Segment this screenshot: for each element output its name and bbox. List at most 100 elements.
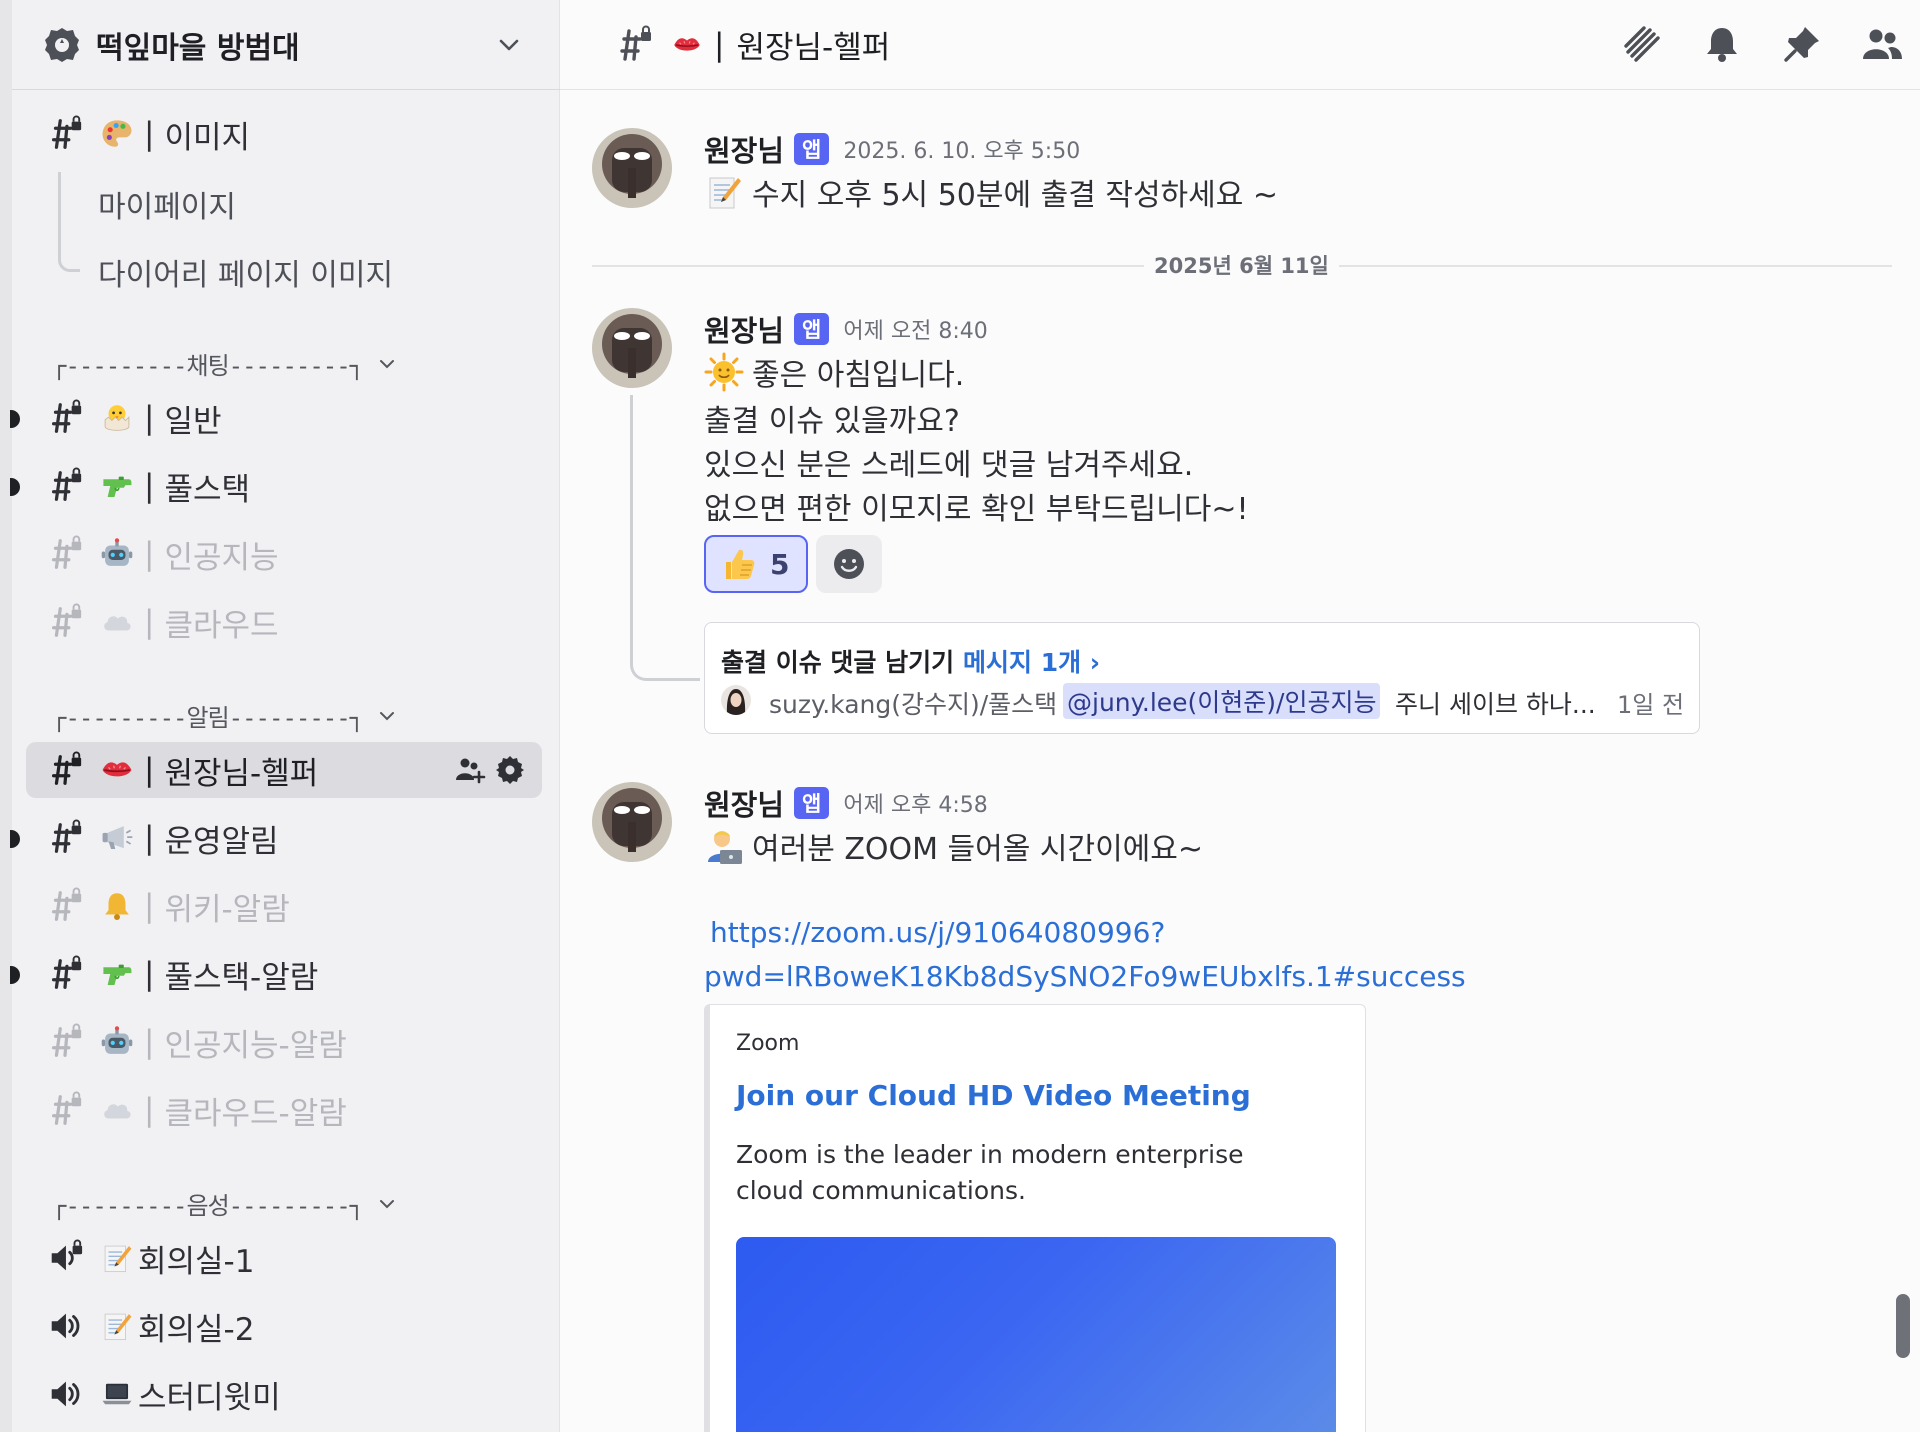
sidebar-channel-label: 클라우드 xyxy=(164,607,279,644)
channel-separator: | xyxy=(144,400,155,436)
channel-separator: | xyxy=(144,820,155,856)
sidebar-channel-wiki-alarm[interactable]: | 위키-알람 xyxy=(26,878,542,934)
chevron-down-icon[interactable] xyxy=(494,30,524,60)
link-embed: Zoom Join our Cloud HD Video Meeting Zoo… xyxy=(704,1004,1366,1432)
thread-name[interactable]: 출결 이슈 댓글 남기기 xyxy=(721,643,954,679)
app-badge: 앱 xyxy=(794,787,830,819)
sidebar-channel-fullstack-alarm[interactable]: | 풀스택-알람 xyxy=(26,946,542,1002)
embed-image[interactable] xyxy=(736,1237,1336,1432)
avatar[interactable] xyxy=(592,128,672,208)
channel-separator: | xyxy=(144,752,155,788)
zoom-link-continued[interactable]: pwd=lRBoweK18Kb8dSySNO2Fo9wEUbxlfs.1#suc… xyxy=(704,960,1466,993)
sidebar-channel-label: 회의실-2 xyxy=(138,1311,255,1348)
message-text: 좋은 아침입니다. xyxy=(752,358,965,393)
sidebar-channel-cloud[interactable]: | 클라우드 xyxy=(26,594,542,650)
sidebar-voice-study-with-me[interactable]: 스터디윗미 xyxy=(26,1366,542,1422)
sidebar-thread-diary-image[interactable]: 다이어리 페이지 이미지 xyxy=(98,250,393,294)
robot-face-avatar-image xyxy=(592,308,672,388)
thread-preview-text: 주니 세이브 하나... xyxy=(1395,690,1596,719)
robot-icon xyxy=(100,1025,134,1059)
scrollbar-thumb[interactable] xyxy=(1896,1294,1910,1358)
private-channel-icon xyxy=(46,1023,84,1061)
private-channel-icon xyxy=(46,751,84,789)
category-label: ┌---------채팅---------┐ xyxy=(52,352,364,380)
server-settings-icon xyxy=(45,27,79,62)
message-line: 여러분 ZOOM 들어올 시간이에요~ xyxy=(704,824,1203,868)
member-list-icon[interactable] xyxy=(1860,22,1904,66)
date-divider-label: 2025년 6월 11일 xyxy=(1144,250,1339,280)
private-channel-icon xyxy=(46,535,84,573)
unread-indicator xyxy=(10,966,20,984)
sidebar-voice-meeting-2[interactable]: 회의실-2 xyxy=(26,1298,542,1354)
cloud-icon xyxy=(100,605,134,639)
zoom-link[interactable]: https://zoom.us/j/91064080996? xyxy=(710,916,1165,949)
message-author[interactable]: 원장님 xyxy=(704,308,784,350)
message-author[interactable]: 원장님 xyxy=(704,128,784,170)
embed-title[interactable]: Join our Cloud HD Video Meeting xyxy=(736,1079,1251,1112)
gear-icon[interactable] xyxy=(494,754,526,786)
reaction-button[interactable]: 5 xyxy=(704,535,808,593)
memo-icon xyxy=(100,1309,134,1343)
sidebar-voice-meeting-1[interactable]: 회의실-1 xyxy=(26,1230,542,1286)
threads-icon[interactable] xyxy=(1620,22,1664,66)
embed-provider: Zoom xyxy=(736,1031,800,1056)
sidebar-channel-operations[interactable]: | 운영알림 xyxy=(26,810,542,866)
sidebar-channel-ai-alarm[interactable]: | 인공지능-알람 xyxy=(26,1014,542,1070)
sidebar-channel-general[interactable]: | 일반 xyxy=(26,390,542,446)
sidebar-channel-label: 원장님-헬퍼 xyxy=(164,755,319,792)
palette-icon xyxy=(100,117,134,151)
sidebar-channel-label: 운영알림 xyxy=(164,823,279,860)
reaction-count: 5 xyxy=(770,547,790,581)
megaphone-icon xyxy=(100,821,134,855)
category-voice[interactable]: ┌---------음성---------┐ xyxy=(52,1186,397,1221)
sidebar-channel-ai[interactable]: | 인공지능 xyxy=(26,526,542,582)
category-alerts[interactable]: ┌---------알림---------┐ xyxy=(52,698,397,733)
memo-icon xyxy=(704,172,744,212)
thread-connector-line xyxy=(630,395,700,681)
user-mention[interactable]: @juny.lee(이현준)/인공지능 xyxy=(1063,683,1381,719)
app-window: 떡잎마을 방범대 | 이미지 마이페이지 다이어리 페이지 이미지 ┌-----… xyxy=(0,0,1920,1432)
laptop-icon xyxy=(100,1377,134,1411)
thread-message-count[interactable]: 메시지 1개 › xyxy=(963,643,1100,679)
private-channel-icon xyxy=(46,115,84,153)
add-reaction-button[interactable] xyxy=(816,535,882,593)
channel-separator: | xyxy=(144,604,155,640)
avatar[interactable] xyxy=(592,308,672,388)
unread-indicator xyxy=(10,478,20,496)
private-channel-icon xyxy=(46,399,84,437)
sidebar-channel-cloud-alarm[interactable]: | 클라우드-알람 xyxy=(26,1082,542,1138)
channel-header: | 원장님-헬퍼 xyxy=(560,0,1920,90)
sidebar-channel-image[interactable]: | 이미지 xyxy=(26,106,542,162)
unread-indicator xyxy=(10,830,20,848)
message-timestamp: 어제 오후 4:58 xyxy=(843,793,988,818)
robot-icon xyxy=(100,537,134,571)
hatching-chick-icon xyxy=(100,401,134,435)
app-badge: 앱 xyxy=(794,133,830,165)
channel-separator: | xyxy=(144,1092,155,1128)
sidebar-thread-mypage[interactable]: 마이페이지 xyxy=(98,182,236,226)
pin-icon[interactable] xyxy=(1780,22,1824,66)
avatar[interactable] xyxy=(592,782,672,862)
thread-preview-card[interactable]: 출결 이슈 댓글 남기기 메시지 1개 › suzy.kang(강수지)/풀스택… xyxy=(704,622,1700,734)
server-header[interactable]: 떡잎마을 방범대 xyxy=(12,0,560,90)
message-author[interactable]: 원장님 xyxy=(704,782,784,824)
channel-title: 원장님-헬퍼 xyxy=(736,30,891,66)
channel-separator: | xyxy=(144,468,155,504)
bell-icon[interactable] xyxy=(1700,22,1744,66)
category-chat[interactable]: ┌---------채팅---------┐ xyxy=(52,346,397,381)
private-channel-icon xyxy=(614,25,654,65)
thread-last-author[interactable]: suzy.kang(강수지)/풀스택 xyxy=(769,685,1057,721)
private-channel-icon xyxy=(46,467,84,505)
sidebar-channel-label: 일반 xyxy=(164,403,222,440)
private-channel-icon xyxy=(46,603,84,641)
sidebar-channel-fullstack[interactable]: | 풀스택 xyxy=(26,458,542,514)
message-header: 원장님 앱 어제 오후 4:58 xyxy=(704,782,988,824)
sidebar-channel-director-helper[interactable]: | 원장님-헬퍼 xyxy=(26,742,542,798)
chat-main: | 원장님-헬퍼 원장님 앱 2025. 6. 10. 오후 5:50 수지 오… xyxy=(560,0,1920,1432)
voice-channel-icon xyxy=(46,1375,84,1413)
sidebar-channel-label: 풀스택 xyxy=(164,471,251,508)
chevron-down-icon xyxy=(380,711,395,720)
invite-member-icon[interactable] xyxy=(454,754,486,786)
embed-description: Zoom is the leader in modern enterprise … xyxy=(736,1140,1244,1205)
message-line: 수지 오후 5시 50분에 출결 작성하세요 ~ xyxy=(704,170,1278,214)
